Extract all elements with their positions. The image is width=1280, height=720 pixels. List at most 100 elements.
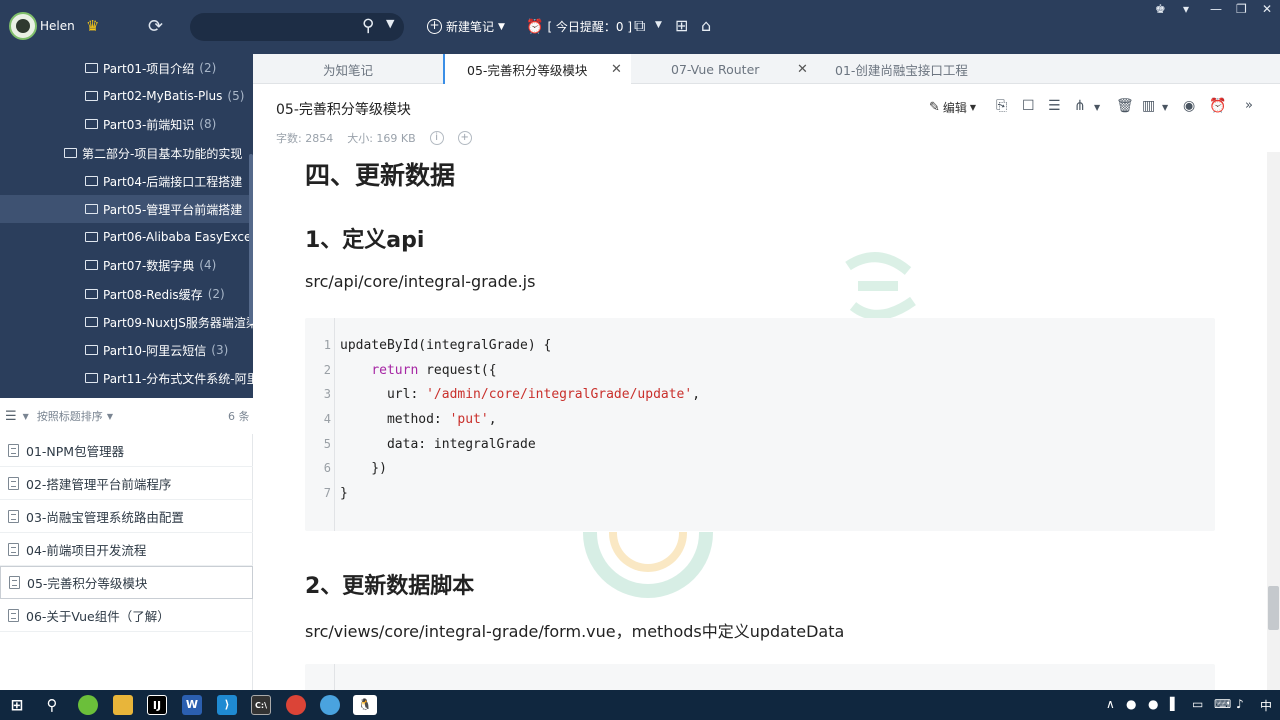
volume-icon[interactable]: ♪ [1236,697,1244,711]
reading-mode-icon[interactable]: ▥ [1142,98,1155,114]
chevron-down-icon[interactable]: ▼ [1094,103,1100,112]
tree-item[interactable]: Part10-阿里云短信 (3) [0,336,253,364]
document-icon [8,443,19,457]
qq-icon[interactable]: 🐧 [353,695,377,715]
username[interactable]: Helen [40,19,75,33]
tray-app-icon[interactable]: ▌ [1170,697,1179,711]
code-line: 4 method: 'put', [305,412,497,436]
heading-update-data: 四、更新数据 [305,161,456,190]
info-icon[interactable]: i [429,131,444,145]
search-dropdown-icon[interactable]: ▼ [386,17,394,30]
list-item[interactable]: 02-搭建管理平台前端程序 [0,467,253,500]
close-icon[interactable]: ✕ [611,62,622,77]
search-icon[interactable]: ⚲ [362,16,374,36]
plus-icon: + [427,19,442,34]
note-content[interactable]: 四、更新数据 1、定义api src/api/core/integral-gra… [253,152,1267,690]
share-icon[interactable]: ⋔ [1074,98,1086,114]
screenshot-icon[interactable]: ⧉ [634,16,645,36]
delete-icon[interactable]: 🗑 [1116,98,1134,114]
sort-bar: ☰ ▼ 按照标题排序 ▼ 6 条 [0,398,253,434]
comment-icon[interactable]: ☐ [1022,98,1035,114]
list-item[interactable]: 04-前端项目开发流程 [0,533,253,566]
tree-item[interactable]: Part09-NuxtJS服务器端渲染 [0,308,253,336]
vip-crown-icon[interactable]: ♛ [86,17,99,35]
tree-item[interactable]: 第二部分-项目基本功能的实现 [0,139,253,167]
terminal-icon[interactable]: C:\ [251,695,271,715]
outline-icon[interactable]: ☰ [1048,98,1061,114]
chevron-down-icon[interactable]: ▼ [1162,103,1168,112]
content-scroll-thumb[interactable] [1268,586,1279,630]
line-number: 1 [323,338,331,352]
avatar[interactable] [9,12,37,40]
tree-item[interactable]: Part11-分布式文件系统-阿里云OSS [0,364,253,392]
list-item[interactable]: 03-尚融宝管理系统路由配置 [0,500,253,533]
tree-item-label: Part04-后端接口工程搭建 [103,174,243,189]
edit-button[interactable]: ✎ 编辑 ▼ [929,99,976,116]
attachment-icon[interactable]: ⎘ [996,98,1007,114]
weibo-share-icon[interactable]: ◉ [1183,98,1195,114]
list-item[interactable]: 06-关于Vue组件（了解） [0,599,253,632]
word-icon[interactable]: W [182,695,202,715]
tree-item[interactable]: Part03-前端知识 (8) [0,110,253,138]
keyboard-icon[interactable]: ⌨ [1214,697,1231,711]
list-icon[interactable]: ☰ [5,409,17,424]
file-explorer-icon[interactable] [113,695,133,715]
tab-vue-router[interactable]: 07-Vue Router ✕ [631,54,817,84]
tree-item[interactable]: Part04-后端接口工程搭建 [0,167,253,195]
tree-item[interactable]: Part01-项目介绍 (2) [0,54,253,82]
chevron-down-icon[interactable]: ▼ [23,412,29,421]
tab-wiz[interactable]: 为知笔记 [253,54,443,84]
code-block[interactable] [305,664,1215,690]
skin-icon[interactable]: ♚ [1155,2,1166,16]
tab-create-project[interactable]: 01-创建尚融宝接口工程 [817,54,1017,84]
chevron-down-icon[interactable]: ▼ [107,412,113,421]
intellij-icon[interactable]: IJ [147,695,167,715]
new-note-button[interactable]: + 新建笔记 ▼ [427,18,505,35]
tray-app-icon[interactable]: ● [1126,697,1136,711]
alarm-icon[interactable]: ⏰ [1209,98,1226,114]
tree-item-label: Part01-项目介绍 [103,61,195,76]
more-icon[interactable]: » [1245,98,1253,113]
tab-active[interactable]: 05-完善积分等级模块 ✕ [443,54,631,84]
minimize-icon[interactable]: — [1210,2,1222,16]
tab-label: 为知笔记 [322,62,373,78]
add-tag-icon[interactable]: + [457,131,472,145]
vscode-icon[interactable]: ⟩ [217,695,237,715]
sort-label[interactable]: 按照标题排序 [37,408,103,424]
chevron-down-icon[interactable]: ▼ [655,20,662,30]
tree-item[interactable]: Part07-数据字典 (4) [0,251,253,279]
folder-icon [85,91,98,101]
chevron-up-icon[interactable]: ∧ [1106,697,1115,711]
tree-item[interactable]: Part06-Alibaba EasyExcel [0,223,253,251]
restore-icon[interactable]: ❐ [1236,2,1247,16]
tree-item[interactable]: Part08-Redis缓存 (2) [0,280,253,308]
home-icon[interactable]: ⌂ [701,16,711,35]
close-icon[interactable]: ✕ [797,62,808,77]
grid-icon[interactable]: ⊞ [675,16,688,35]
tree-item[interactable]: Part02-MyBatis-Plus (5) [0,82,253,110]
close-icon[interactable]: ✕ [1262,2,1272,16]
code-block[interactable]: 1 updateById(integralGrade) { 2 return re… [305,318,1215,531]
menu-icon[interactable]: ▾ [1183,2,1189,16]
app-icon[interactable] [78,695,98,715]
chrome-icon[interactable] [286,695,306,715]
tree-item-label: Part03-前端知识 [103,117,195,132]
sync-icon[interactable]: ⟳ [148,16,163,37]
tree-item-selected[interactable]: Part05-管理平台前端搭建 [0,195,253,223]
browser-icon[interactable] [320,695,340,715]
network-icon[interactable]: ▭ [1192,697,1203,711]
code-text: updateById(integralGrade) { [340,338,552,353]
folder-icon [85,63,98,73]
line-number: 4 [323,412,331,426]
code-text: , [488,412,497,427]
tree-item-count: (5) [227,89,245,103]
tray-app-icon[interactable]: ● [1148,697,1158,711]
list-item[interactable]: 01-NPM包管理器 [0,434,253,467]
ime-indicator[interactable]: 中 [1260,697,1272,714]
line-number: 7 [323,486,331,500]
reminder-button[interactable]: ⏰ [ 今日提醒：0 ] [526,18,632,35]
list-item-selected[interactable]: 05-完善积分等级模块 [0,566,253,599]
search-icon[interactable]: ⚲ [42,695,62,715]
code-line: 1 updateById(integralGrade) { [305,338,552,362]
windows-start-icon[interactable]: ⊞ [7,695,27,715]
